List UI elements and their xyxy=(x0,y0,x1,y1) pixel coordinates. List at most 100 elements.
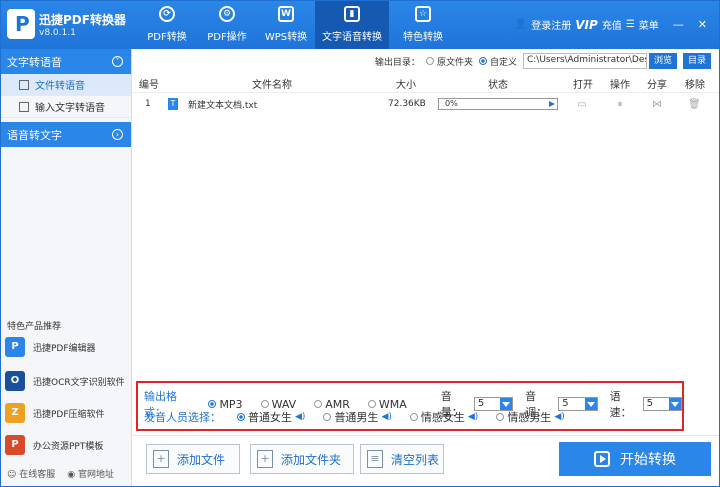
pdf-editor-icon: P xyxy=(5,337,25,357)
nav-label: WPS转换 xyxy=(264,32,308,43)
online-service-link[interactable]: ☺ 在线客服 xyxy=(7,467,55,480)
voice-option-male[interactable]: 普通男生 ◀) xyxy=(317,409,392,425)
radio-icon xyxy=(496,413,505,421)
radio-original-folder[interactable] xyxy=(425,57,434,65)
speaker-icon[interactable]: ◀) xyxy=(381,412,391,422)
voice-option-female[interactable]: 普通女生 ◀) xyxy=(231,409,305,425)
play-icon[interactable] xyxy=(549,101,555,107)
txt-file-icon: T xyxy=(168,98,178,110)
menu-label[interactable]: 菜单 xyxy=(639,17,659,32)
sidebar: 文字转语音 ˅ 文件转语音 输入文字转语音 语音转文字 › 特色产品推荐 P 迅… xyxy=(1,49,132,486)
sidebar-item-file-to-voice[interactable]: 文件转语音 xyxy=(1,74,131,96)
wps-icon: W xyxy=(278,6,294,22)
refresh-icon: ⟳ xyxy=(159,6,175,22)
voice-settings-panel: 输出格式： MP3 WAV AMR WMA 音量： 5 音调： 5 语速： 5 … xyxy=(136,381,684,431)
option-label: 普通女生 xyxy=(248,411,292,424)
radio-icon xyxy=(237,413,245,421)
promo-ppt-template[interactable]: P 办公资源PPT模板 xyxy=(5,431,129,459)
menu-icon[interactable]: ☰ xyxy=(626,19,635,30)
promo-ocr[interactable]: O 迅捷OCR文字识别软件 xyxy=(5,367,129,395)
recharge-link[interactable]: 充值 xyxy=(602,17,622,32)
add-folder-icon: + xyxy=(257,450,273,468)
sidebar-section-voice-to-text[interactable]: 语音转文字 › xyxy=(1,122,131,147)
radio-icon xyxy=(367,400,376,408)
sidebar-item-label: 输入文字转语音 xyxy=(35,103,105,114)
main-panel: 输出目录： 原文件夹 自定义 C:\Users\Administrator\De… xyxy=(132,49,719,486)
chevron-right-icon: › xyxy=(112,129,123,140)
gear-icon: ⚙ xyxy=(219,6,235,22)
row-filename: 新建文本文档.txt xyxy=(188,100,258,111)
nav-label: 特色转换 xyxy=(403,32,443,43)
login-link[interactable]: 登录注册 xyxy=(531,17,571,32)
voice-option-emotional-female[interactable]: 情感女生 ◀) xyxy=(404,409,478,425)
trash-icon: ≡ xyxy=(367,450,383,468)
speed-select[interactable]: 5 xyxy=(642,397,682,411)
voice-option-emotional-male[interactable]: 情感男生 ◀) xyxy=(490,409,565,425)
row-size: 72.36KB xyxy=(388,99,426,109)
close-icon[interactable]: ✕ xyxy=(698,18,707,31)
col-name: 文件名称 xyxy=(252,80,292,91)
nav-text-voice[interactable]: ▮ 文字语音转换 xyxy=(315,1,389,49)
directory-button[interactable]: 目录 xyxy=(682,53,711,69)
speaker-icon[interactable]: ◀) xyxy=(295,412,305,422)
nav-wps-convert[interactable]: W WPS转换 xyxy=(257,1,315,49)
app-logo-icon xyxy=(7,9,35,39)
nav-special-convert[interactable]: ☆ 特色转换 xyxy=(389,1,457,49)
nav-label: PDF操作 xyxy=(207,32,247,43)
action-bar: + 添加文件 + 添加文件夹 ≡ 清空列表 开始转换 xyxy=(132,435,719,486)
sidebar-item-label: 文件转语音 xyxy=(35,81,85,92)
folder-open-icon[interactable]: ▭ xyxy=(576,99,588,110)
table-header: 编号 文件名称 大小 状态 打开 操作 分享 移除 xyxy=(132,75,719,93)
radio-icon xyxy=(260,400,269,408)
speaker-icon[interactable]: ◀) xyxy=(554,412,564,422)
col-open: 打开 xyxy=(573,80,593,91)
speaker-icon[interactable]: ◀) xyxy=(468,412,478,422)
option-label: 情感男生 xyxy=(507,411,552,424)
original-folder-label: 原文件夹 xyxy=(436,57,473,68)
sidebar-section-text-to-voice[interactable]: 文字转语音 ˅ xyxy=(1,49,131,74)
vip-badge[interactable]: VIP xyxy=(575,18,598,32)
share-icon[interactable]: ⋈ xyxy=(651,99,663,110)
promo-pdf-compress[interactable]: Z 迅捷PDF压缩软件 xyxy=(5,399,129,427)
row-num: 1 xyxy=(145,99,151,109)
nav-pdf-operate[interactable]: ⚙ PDF操作 xyxy=(197,1,257,49)
col-num: 编号 xyxy=(139,80,159,91)
sound-wave-icon: ▮ xyxy=(344,6,360,22)
nav-pdf-convert[interactable]: ⟳ PDF转换 xyxy=(137,1,197,49)
section-label: 文字转语音 xyxy=(7,55,62,69)
progress-text: 0% xyxy=(445,99,458,108)
browse-button[interactable]: 浏览 xyxy=(648,53,677,69)
nav-label: PDF转换 xyxy=(147,32,187,43)
voice-row: 发音人员选择： 普通女生 ◀) 普通男生 ◀) 情感女生 ◀) 情感男生 ◀) xyxy=(144,409,577,425)
pause-icon[interactable]: ⏸ xyxy=(614,99,626,110)
nav-label: 文字语音转换 xyxy=(322,32,382,43)
promo-label: 迅捷OCR文字识别软件 xyxy=(33,377,125,388)
output-path-input[interactable]: C:\Users\Administrator\Desktop xyxy=(522,53,647,69)
voice-label: 发音人员选择： xyxy=(144,411,221,424)
clear-list-button[interactable]: ≡ 清空列表 xyxy=(360,444,444,474)
compress-icon: Z xyxy=(5,403,25,423)
add-folder-label: 添加文件夹 xyxy=(281,452,342,467)
radio-custom[interactable] xyxy=(478,57,487,65)
app-title: 迅捷PDF转换器 xyxy=(39,13,126,27)
promo-title: 特色产品推荐 xyxy=(7,322,62,332)
speed-label: 语速： xyxy=(609,390,632,419)
table-row[interactable]: 1 T 新建文本文档.txt 72.36KB 0% ▭ ⏸ ⋈ 🗑 xyxy=(132,93,719,115)
sidebar-item-input-to-voice[interactable]: 输入文字转语音 xyxy=(1,96,131,118)
radio-icon xyxy=(409,413,418,421)
minimize-icon[interactable]: — xyxy=(673,18,684,31)
add-folder-button[interactable]: + 添加文件夹 xyxy=(250,444,354,474)
col-size: 大小 xyxy=(396,80,416,91)
start-convert-button[interactable]: 开始转换 xyxy=(559,442,711,476)
website-label: 官网地址 xyxy=(77,470,114,480)
promo-pdf-editor[interactable]: P 迅捷PDF编辑器 xyxy=(5,333,129,361)
radio-icon xyxy=(323,413,332,421)
user-area: 👤 登录注册 VIP 充值 ☰ 菜单 — ✕ xyxy=(511,17,707,33)
trash-icon[interactable]: 🗑 xyxy=(688,99,701,110)
add-file-button[interactable]: + 添加文件 xyxy=(146,444,240,474)
col-status: 状态 xyxy=(488,80,508,91)
website-link[interactable]: ◉ 官网地址 xyxy=(67,467,114,480)
file-icon xyxy=(19,79,29,90)
col-share: 分享 xyxy=(647,80,667,91)
output-dir-bar: 输出目录： 原文件夹 自定义 C:\Users\Administrator\De… xyxy=(132,49,719,73)
